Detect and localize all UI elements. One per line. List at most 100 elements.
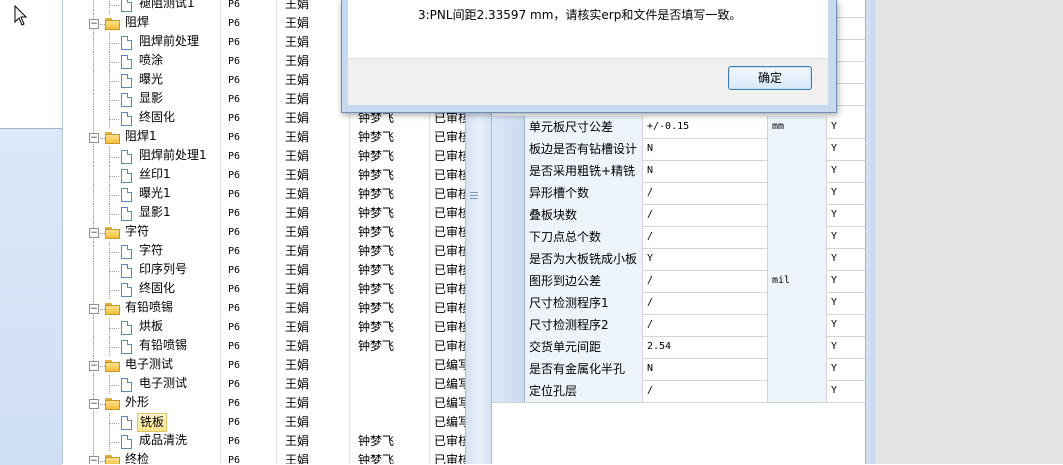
tree-name-cell[interactable]: − 电子测试 <box>63 356 221 375</box>
author-cell: 王娟 <box>278 14 350 33</box>
tree-name-cell[interactable]: 终固化 <box>63 280 221 299</box>
tree-name-cell[interactable]: 终固化 <box>63 109 221 128</box>
param-row[interactable]: 板边是否有钻槽设计 N Y <box>492 138 866 161</box>
param-row[interactable]: 异形槽个数 / Y <box>492 182 866 205</box>
row-header[interactable] <box>492 248 525 270</box>
param-row[interactable]: 交货单元间距 2.54 Y <box>492 336 866 359</box>
status-cell: 已审核 <box>431 242 466 261</box>
param-value-cell[interactable]: / <box>643 182 768 204</box>
row-header[interactable] <box>492 292 525 314</box>
tree-name-cell[interactable]: 阻焊前处理1 <box>63 147 221 166</box>
param-value-cell[interactable]: N <box>643 358 768 380</box>
tree-name-cell[interactable]: − 阻焊 <box>63 14 221 33</box>
row-header[interactable] <box>492 182 525 204</box>
param-value-cell[interactable]: / <box>643 314 768 336</box>
ok-button[interactable]: 确定 <box>728 66 812 90</box>
tree-connector-line <box>109 423 119 424</box>
tree-item-row[interactable]: 曝光1 P6王娟钟梦飞已审核 <box>63 185 466 204</box>
param-name-cell: 是否采用粗铣+精铣 <box>525 160 643 182</box>
tree-item-row[interactable]: 终固化 P6王娟钟梦飞已审核 <box>63 280 466 299</box>
param-row[interactable]: 是否为大板铣成小板 Y Y <box>492 248 866 271</box>
param-value-cell[interactable]: / <box>643 270 768 292</box>
tree-folder-row[interactable]: − 电子测试 P6王娟 已编写 <box>63 356 466 375</box>
tree-name-cell[interactable]: 成品清洗 <box>63 432 221 451</box>
tree-folder-row[interactable]: − 字符 P6王娟钟梦飞已审核 <box>63 223 466 242</box>
tree-name-cell[interactable]: 烘板 <box>63 318 221 337</box>
tree-item-row[interactable]: 丝印1 P6王娟钟梦飞已审核 <box>63 166 466 185</box>
row-header[interactable] <box>492 380 525 402</box>
row-header[interactable] <box>492 270 525 292</box>
collapse-toggle-icon[interactable]: − <box>89 133 99 143</box>
row-header[interactable] <box>492 358 525 380</box>
row-header[interactable] <box>492 204 525 226</box>
param-value-cell[interactable]: / <box>643 226 768 248</box>
tree-item-row[interactable]: 印序列号 P6王娟钟梦飞已审核 <box>63 261 466 280</box>
tree-name-cell[interactable]: 显影 <box>63 90 221 109</box>
tree-name-cell[interactable]: 褪阻测试1 <box>63 0 221 14</box>
collapse-toggle-icon[interactable]: − <box>89 228 99 238</box>
tree-item-row[interactable]: 电子测试 P6王娟 已编写 <box>63 375 466 394</box>
tree-connector-line <box>93 432 94 451</box>
tree-item-row[interactable]: 显影1 P6王娟钟梦飞已审核 <box>63 204 466 223</box>
param-value-cell[interactable]: / <box>643 204 768 226</box>
tree-item-row[interactable]: 铣板 P6王娟 已编写 <box>63 413 466 432</box>
collapse-toggle-icon[interactable]: − <box>89 304 99 314</box>
tree-name-cell[interactable]: 有铅喷锡 <box>63 337 221 356</box>
tree-folder-row[interactable]: − 终检 P6王娟钟梦飞已审核 <box>63 451 466 464</box>
row-header[interactable] <box>492 314 525 336</box>
param-row[interactable]: 图形到边公差 / mil Y <box>492 270 866 293</box>
collapse-toggle-icon[interactable]: − <box>89 19 99 29</box>
collapse-toggle-icon[interactable]: − <box>89 361 99 371</box>
tree-item-row[interactable]: 阻焊前处理1 P6王娟钟梦飞已审核 <box>63 147 466 166</box>
param-value-cell[interactable]: N <box>643 138 768 160</box>
tree-name-cell[interactable]: 铣板 <box>63 413 221 432</box>
tree-name-cell[interactable]: − 外形 <box>63 394 221 413</box>
param-row[interactable]: 单元板尺寸公差 +/-0.15 mm Y <box>492 116 866 139</box>
tree-name-cell[interactable]: 印序列号 <box>63 261 221 280</box>
param-row[interactable]: 尺寸检测程序2/ Y <box>492 314 866 337</box>
tree-name-cell[interactable]: 阻焊前处理 <box>63 33 221 52</box>
status-cell: 已审核 <box>431 223 466 242</box>
tree-name-cell[interactable]: 字符 <box>63 242 221 261</box>
tree-name-cell[interactable]: 曝光1 <box>63 185 221 204</box>
row-header[interactable] <box>492 138 525 160</box>
param-value-cell[interactable]: N <box>643 160 768 182</box>
param-value-cell[interactable]: Y <box>643 248 768 270</box>
param-row[interactable]: 叠板块数 / Y <box>492 204 866 227</box>
level-cell: P6 <box>221 52 277 71</box>
tree-item-row[interactable]: 有铅喷锡 P6王娟钟梦飞已审核 <box>63 337 466 356</box>
tree-name-cell[interactable]: − 阻焊1 <box>63 128 221 147</box>
row-header[interactable] <box>492 116 525 138</box>
param-value-cell[interactable]: / <box>643 380 768 402</box>
tree-name-cell[interactable]: − 字符 <box>63 223 221 242</box>
tree-name-cell[interactable]: − 终检 <box>63 451 221 464</box>
row-header[interactable] <box>492 226 525 248</box>
tree-name-cell[interactable]: 曝光 <box>63 71 221 90</box>
param-value-cell[interactable]: / <box>643 292 768 314</box>
row-header[interactable] <box>492 336 525 358</box>
tree-folder-row[interactable]: − 外形 P6王娟 已编写 <box>63 394 466 413</box>
tree-name-cell[interactable]: 显影1 <box>63 204 221 223</box>
tree-folder-row[interactable]: − 阻焊1 P6王娟钟梦飞已审核 <box>63 128 466 147</box>
tree-folder-row[interactable]: − 有铅喷锡 P6王娟钟梦飞已审核 <box>63 299 466 318</box>
tree-item-row[interactable]: 烘板 P6王娟钟梦飞已审核 <box>63 318 466 337</box>
row-header[interactable] <box>492 160 525 182</box>
tree-name-cell[interactable]: − 有铅喷锡 <box>63 299 221 318</box>
tree-item-label: 曝光 <box>139 72 164 86</box>
param-row[interactable]: 是否采用粗铣+精铣 N Y <box>492 160 866 183</box>
param-row[interactable]: 尺寸检测程序1/ Y <box>492 292 866 315</box>
param-row[interactable]: 定位孔层 / Y <box>492 380 866 403</box>
tree-item-row[interactable]: 字符 P6王娟钟梦飞已审核 <box>63 242 466 261</box>
reviewer-cell <box>351 413 430 432</box>
tree-name-cell[interactable]: 电子测试 <box>63 375 221 394</box>
param-row[interactable]: 是否有金属化半孔 N Y <box>492 358 866 381</box>
param-value-cell[interactable]: 2.54 <box>643 336 768 358</box>
collapse-toggle-icon[interactable]: − <box>89 399 99 409</box>
param-value-cell[interactable]: +/-0.15 <box>643 116 768 138</box>
tree-name-cell[interactable]: 丝印1 <box>63 166 221 185</box>
param-row[interactable]: 下刀点总个数 / Y <box>492 226 866 249</box>
collapse-toggle-icon[interactable]: − <box>89 456 99 464</box>
tree-item-row[interactable]: 成品清洗 P6王娟钟梦飞已审核 <box>63 432 466 451</box>
tree-name-cell[interactable]: 喷涂 <box>63 52 221 71</box>
splitter-grip-icon[interactable] <box>470 190 478 202</box>
